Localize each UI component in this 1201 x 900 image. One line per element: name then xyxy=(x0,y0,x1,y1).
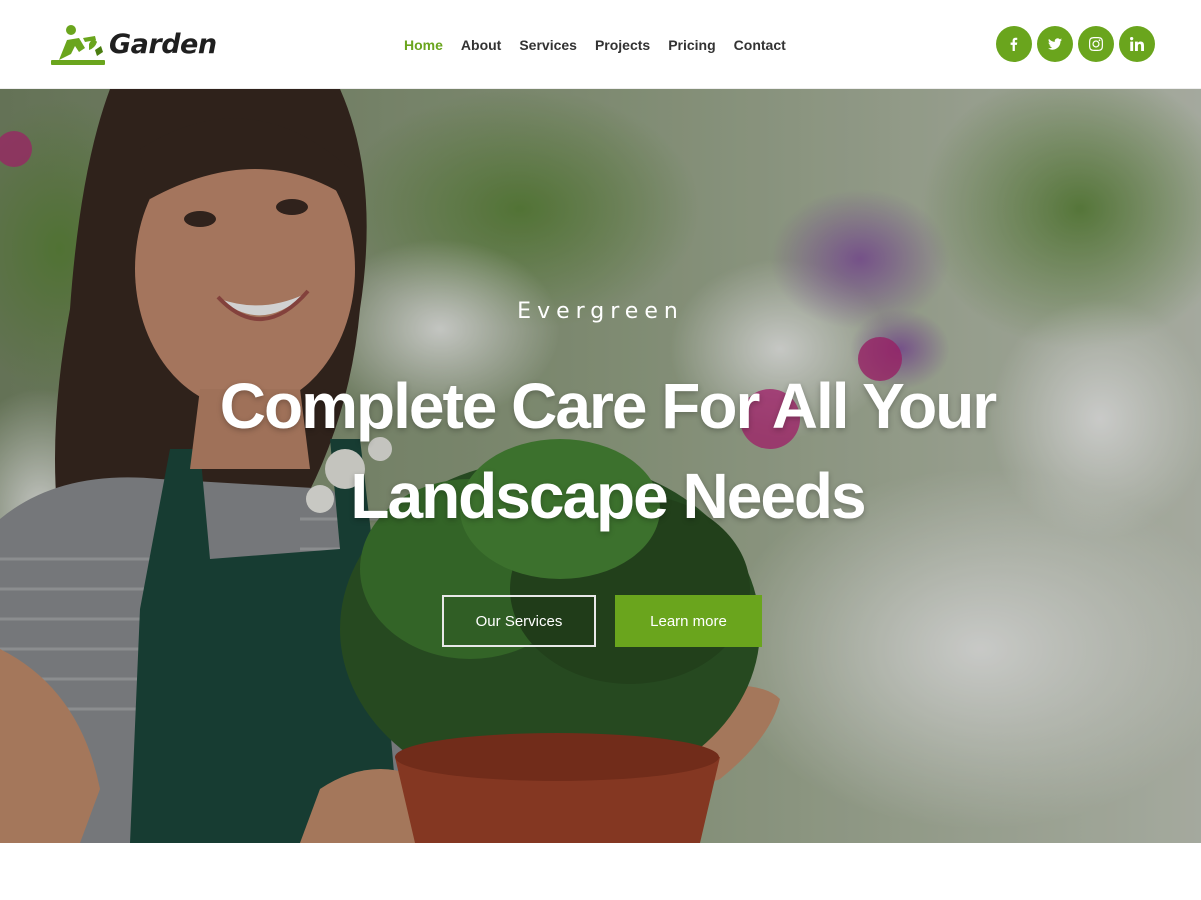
facebook-button[interactable] xyxy=(996,26,1032,62)
nav-pricing[interactable]: Pricing xyxy=(668,33,715,57)
twitter-button[interactable] xyxy=(1037,26,1073,62)
hero-headline: Complete Care For All Your Landscape Nee… xyxy=(219,370,997,532)
hero-eyebrow: Evergreen xyxy=(517,299,684,324)
nav-about[interactable]: About xyxy=(461,33,501,57)
main-nav: Home About Services Projects Pricing Con… xyxy=(404,33,804,57)
gardener-logo-icon xyxy=(51,25,105,65)
brand-logo[interactable]: Garden xyxy=(49,22,217,66)
our-services-button[interactable]: Our Services xyxy=(442,595,596,647)
facebook-icon xyxy=(1010,37,1018,51)
site-header: Garden Home About Services Projects Pric… xyxy=(0,0,1201,89)
linkedin-button[interactable] xyxy=(1119,26,1155,62)
learn-more-button[interactable]: Learn more xyxy=(615,595,762,647)
twitter-icon xyxy=(1048,38,1062,50)
nav-home[interactable]: Home xyxy=(404,33,443,57)
social-links xyxy=(996,26,1155,62)
instagram-button[interactable] xyxy=(1078,26,1114,62)
hero-section: Evergreen Complete Care For All Your Lan… xyxy=(0,89,1201,843)
nav-services[interactable]: Services xyxy=(519,33,577,57)
instagram-icon xyxy=(1089,37,1103,51)
nav-contact[interactable]: Contact xyxy=(734,33,786,57)
linkedin-icon xyxy=(1130,37,1144,51)
nav-projects[interactable]: Projects xyxy=(595,33,650,57)
brand-name: Garden xyxy=(109,28,217,60)
